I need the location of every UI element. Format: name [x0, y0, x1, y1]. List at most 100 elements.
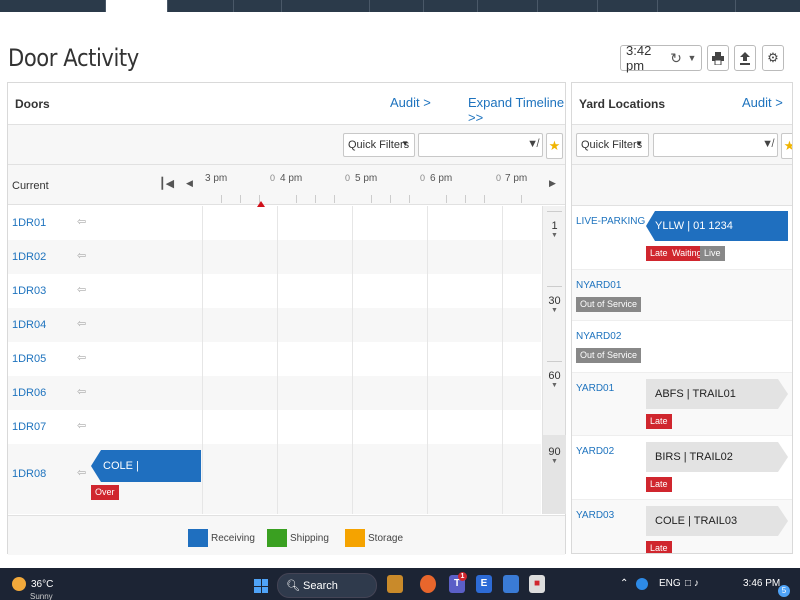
weather-widget[interactable]: 36°C	[12, 577, 53, 591]
expand-timeline-link[interactable]: Expand Timeline >>	[468, 95, 565, 125]
document-app-icon[interactable]: ■	[529, 575, 545, 593]
door-row[interactable]: 1DR05 ⇦	[8, 342, 541, 376]
favorite-star-icon[interactable]: ★	[781, 133, 792, 159]
yard-location[interactable]: NYARD02	[576, 331, 621, 342]
filter-icon[interactable]: ▼̸	[762, 138, 773, 150]
windows-start-icon[interactable]	[254, 579, 268, 593]
nav-tab[interactable]	[598, 0, 658, 12]
scroll-mark[interactable]: 30 ▼	[543, 295, 566, 314]
yard-location[interactable]: LIVE-PARKING	[576, 216, 645, 227]
timeline-scroll-column[interactable]: 1 ▼ 30 ▼ 60 ▼ 90 ▼	[542, 206, 566, 514]
scroll-mark-value: 30	[548, 295, 561, 307]
scroll-mark-value: 90	[548, 446, 561, 458]
edge-tray-icon[interactable]	[636, 578, 648, 590]
next-icon[interactable]: ▶	[549, 178, 556, 189]
grid-line	[427, 206, 428, 514]
time-selector[interactable]: 3:42 pm ↻ ▼	[620, 43, 702, 73]
export-button[interactable]	[734, 45, 756, 71]
favorite-star-icon[interactable]: ★	[546, 133, 563, 159]
settings-button[interactable]: ⚙	[762, 45, 784, 71]
door-id[interactable]: 1DR03	[12, 285, 46, 297]
upload-icon	[740, 51, 750, 65]
scroll-mark-line	[547, 361, 562, 362]
file-explorer-icon[interactable]	[387, 575, 403, 593]
yard-audit-link[interactable]: Audit >	[742, 95, 783, 110]
scroll-mark[interactable]: 90 ▼	[543, 446, 566, 465]
quick-filters-label: Quick Filters	[348, 139, 410, 151]
print-button[interactable]	[707, 45, 729, 71]
door-row[interactable]: 1DR01 ⇦	[8, 206, 541, 240]
nav-tab[interactable]	[658, 0, 736, 12]
legend-item: Receiving	[188, 529, 255, 547]
scroll-mark[interactable]: 1 ▼	[543, 220, 566, 239]
door-id[interactable]: 1DR02	[12, 251, 46, 263]
yard-item[interactable]: YARD03 COLE | TRAIL03 Late	[572, 500, 792, 553]
late-badge: Late	[646, 414, 672, 429]
doors-search-input[interactable]: ▼̸	[418, 133, 543, 157]
yard-item[interactable]: YARD02 BIRS | TRAIL02 Late	[572, 436, 792, 500]
yard-trailer[interactable]: ABFS | TRAIL01	[646, 379, 788, 409]
yard-item[interactable]: NYARD01 Out of Service	[572, 270, 792, 321]
nav-tab[interactable]	[424, 0, 478, 12]
door-row[interactable]: 1DR06 ⇦	[8, 376, 541, 410]
door-id[interactable]: 1DR05	[12, 353, 46, 365]
grid-line	[202, 206, 203, 514]
nav-tab-active[interactable]	[106, 0, 168, 12]
nav-tab[interactable]	[168, 0, 234, 12]
doors-audit-link[interactable]: Audit >	[390, 95, 431, 110]
door-row[interactable]: 1DR07 ⇦	[8, 410, 541, 444]
door-row[interactable]: 1DR04 ⇦	[8, 308, 541, 342]
first-page-icon[interactable]: ┃◀	[159, 177, 174, 190]
nav-tab[interactable]	[234, 0, 282, 12]
yard-trailer[interactable]: COLE | TRAIL03	[646, 506, 788, 536]
chevron-down-icon[interactable]: ▼	[685, 53, 699, 63]
refresh-icon[interactable]: ↻	[667, 50, 685, 67]
door-id[interactable]: 1DR07	[12, 421, 46, 433]
yard-location[interactable]: YARD01	[576, 383, 614, 394]
timeline-tick	[334, 195, 335, 203]
door-id[interactable]: 1DR04	[12, 319, 46, 331]
yard-trailer[interactable]: YLLW | 01 1234	[646, 211, 788, 241]
door-id[interactable]: 1DR06	[12, 387, 46, 399]
firefox-icon[interactable]	[420, 575, 436, 593]
scroll-mark-line	[547, 211, 562, 212]
yard-trailer[interactable]: BIRS | TRAIL02	[646, 442, 788, 472]
app-e-icon[interactable]: E	[476, 575, 492, 593]
nav-tab[interactable]	[282, 0, 370, 12]
quick-filters-select[interactable]: Quick Filters ▼	[343, 133, 415, 157]
legend: Receiving Shipping Storage	[8, 515, 565, 555]
trailer-block[interactable]: COLE | TRAILERASN02	[91, 450, 201, 482]
yard-item[interactable]: LIVE-PARKING YLLW | 01 1234 Late Waiting…	[572, 206, 792, 270]
arrow-left-icon: ⇦	[77, 420, 87, 432]
yard-quick-filters-select[interactable]: Quick Filters ▼	[576, 133, 649, 157]
yard-location[interactable]: YARD02	[576, 446, 614, 457]
wifi-speaker-icons[interactable]: □ ♪	[685, 578, 699, 589]
yard-location[interactable]: NYARD01	[576, 280, 621, 291]
notification-badge[interactable]: 5	[778, 585, 790, 597]
nav-tab[interactable]	[538, 0, 598, 12]
yard-item[interactable]: NYARD02 Out of Service	[572, 321, 792, 373]
prev-icon[interactable]: ◀	[186, 178, 193, 189]
network-app-icon[interactable]	[503, 575, 519, 593]
nav-tab[interactable]	[478, 0, 538, 12]
legend-label: Receiving	[211, 532, 255, 544]
yard-panel-header: Yard Locations Audit >	[572, 83, 792, 125]
filter-icon[interactable]: ▼̸	[527, 138, 538, 150]
grid-line	[502, 206, 503, 514]
chevron-up-icon[interactable]: ⌃	[620, 578, 628, 589]
door-row[interactable]: 1DR02 ⇦	[8, 240, 541, 274]
scroll-mark[interactable]: 60 ▼	[543, 370, 566, 389]
taskbar-clock[interactable]: 3:46 PM	[743, 578, 780, 589]
door-id[interactable]: 1DR08	[12, 468, 46, 480]
yard-item[interactable]: YARD01 ABFS | TRAIL01 Late	[572, 373, 792, 436]
nav-tab[interactable]	[0, 0, 106, 12]
door-id[interactable]: 1DR01	[12, 217, 46, 229]
language-indicator[interactable]: ENG	[659, 578, 681, 589]
yard-location[interactable]: YARD03	[576, 510, 614, 521]
door-row[interactable]: 1DR03 ⇦	[8, 274, 541, 308]
nav-tab[interactable]	[370, 0, 424, 12]
out-of-service-badge: Out of Service	[576, 348, 642, 363]
door-row[interactable]: 1DR08 ⇦ COLE | TRAILERASN02 Over	[8, 444, 541, 514]
yard-search-input[interactable]: ▼̸	[653, 133, 778, 157]
taskbar-search[interactable]: 🔍︎ Search	[277, 573, 377, 598]
